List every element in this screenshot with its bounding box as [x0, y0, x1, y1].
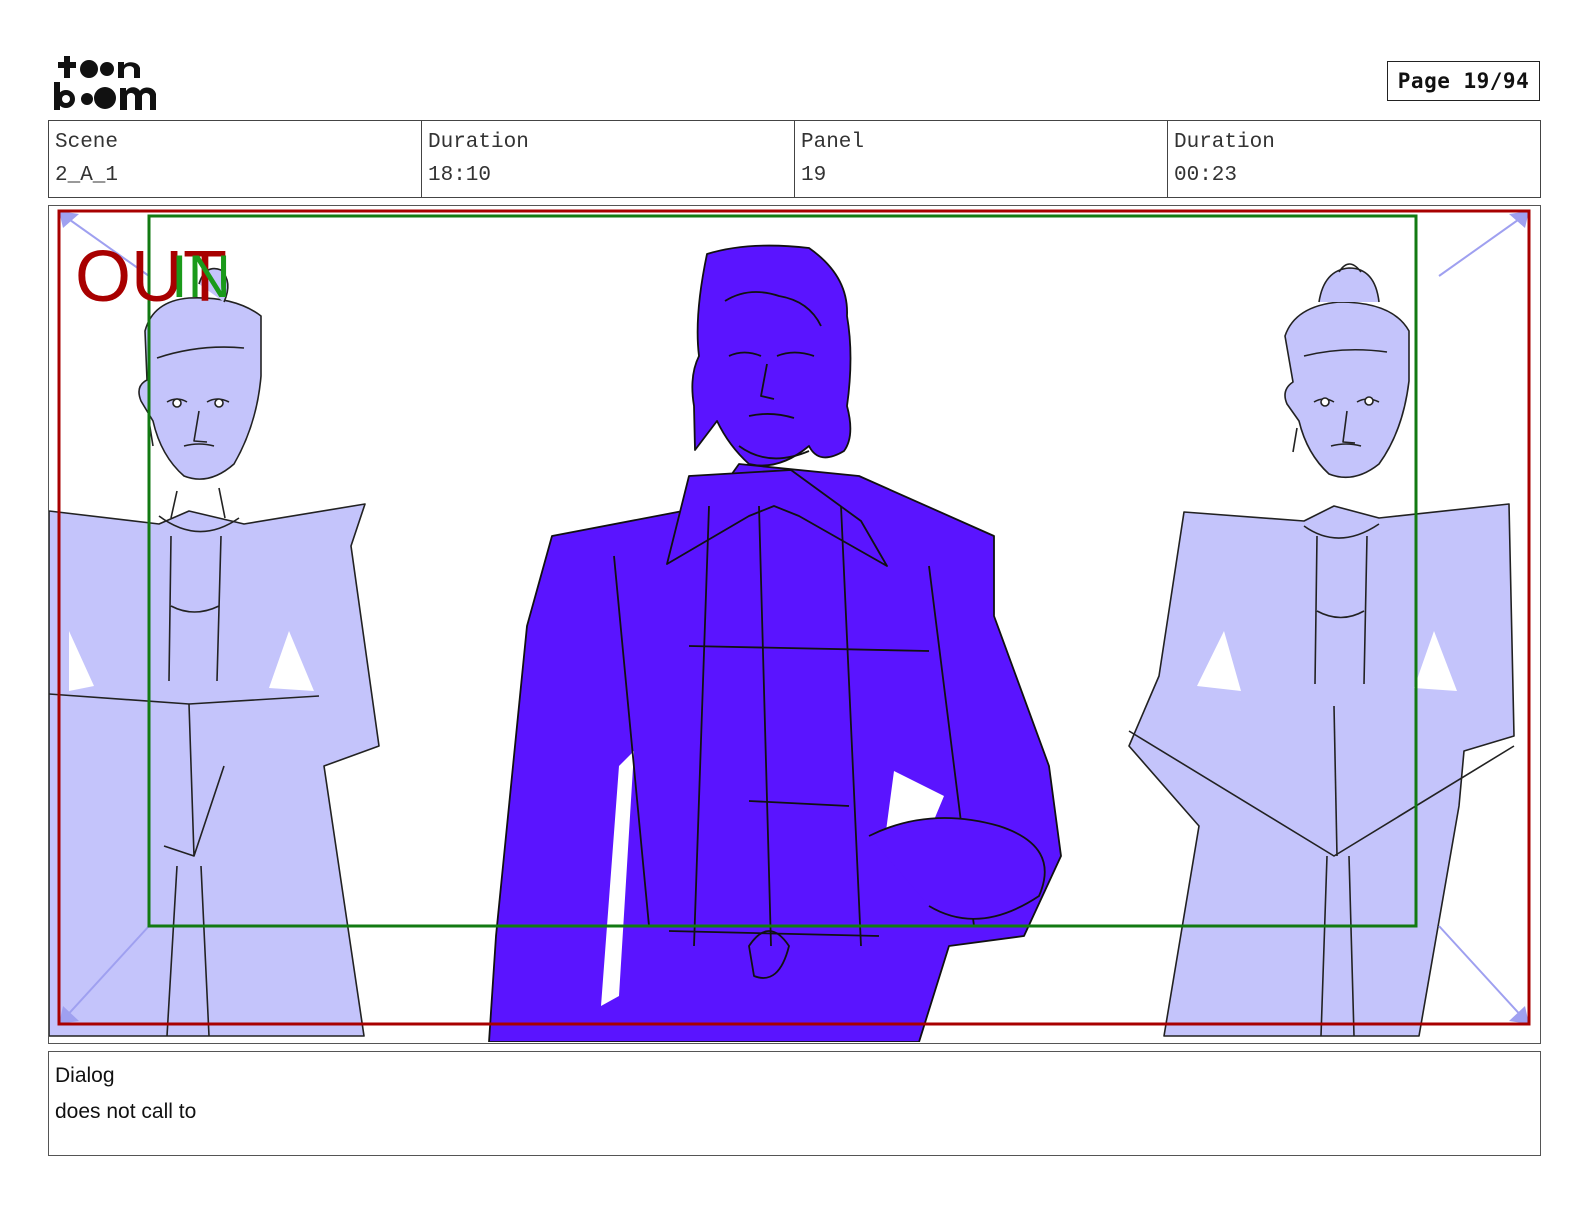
- panel-artwork: OUT IN: [49, 209, 1531, 1042]
- scene-duration-cell: Duration 18:10: [422, 121, 795, 197]
- dialog-text: does not call to: [55, 1100, 197, 1123]
- scene-label: Scene: [55, 131, 119, 154]
- storyboard-panel: OUT IN: [48, 205, 1541, 1044]
- scene-duration-value: 18:10: [428, 164, 492, 187]
- dialog-box: Dialog does not call to: [48, 1051, 1541, 1156]
- lead-character-sketch: [488, 244, 1062, 1042]
- scene-value: 2_A_1: [55, 164, 119, 187]
- dialog-label: Dialog: [55, 1064, 115, 1087]
- scene-info-table: Scene 2_A_1 Duration 18:10 Panel 19 Dura…: [48, 120, 1541, 198]
- panel-value: 19: [801, 164, 827, 187]
- left-character-sketch: [49, 267, 380, 1037]
- scene-cell: Scene 2_A_1: [49, 121, 422, 197]
- scene-duration-label: Duration: [428, 131, 529, 154]
- panel-cell: Panel 19: [795, 121, 1168, 197]
- panel-label: Panel: [801, 131, 865, 154]
- panel-duration-value: 00:23: [1174, 164, 1238, 187]
- page-number: Page 19/94: [1387, 61, 1540, 101]
- panel-duration-cell: Duration 00:23: [1168, 121, 1540, 197]
- camera-in-label: IN: [171, 243, 231, 310]
- toon-boom-logo: [54, 56, 156, 110]
- right-character-sketch: [1128, 263, 1515, 1037]
- panel-duration-label: Duration: [1174, 131, 1275, 154]
